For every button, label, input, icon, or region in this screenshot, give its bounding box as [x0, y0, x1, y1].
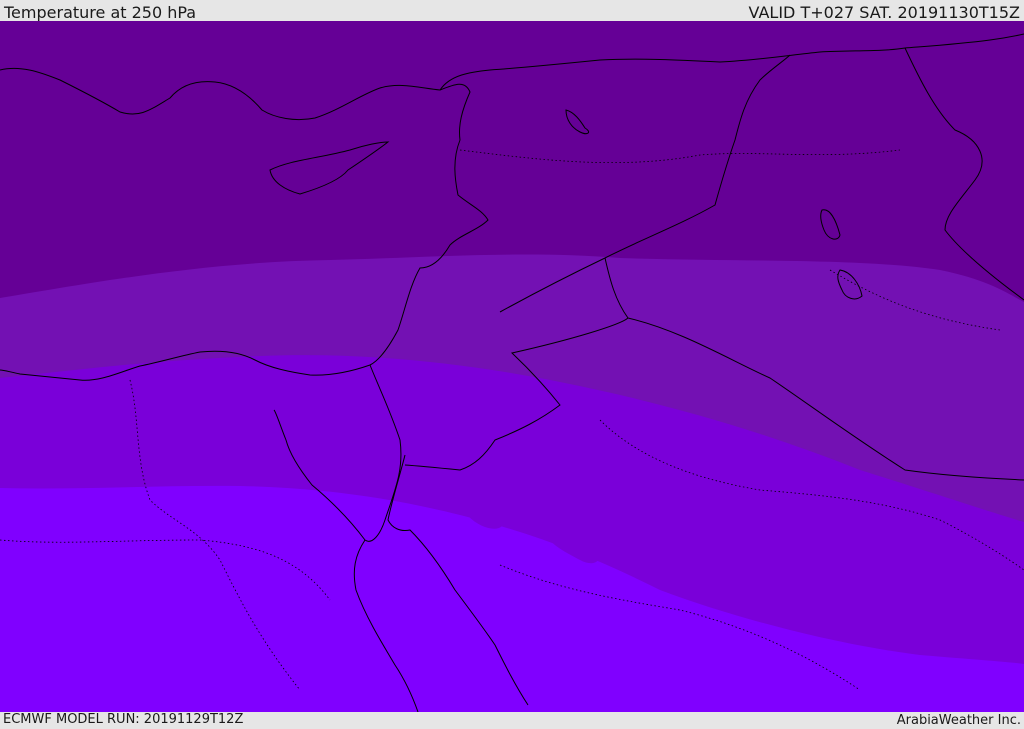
map-svg — [0, 21, 1024, 712]
map-area — [0, 21, 1024, 712]
credit-label: ArabiaWeather Inc. — [896, 713, 1021, 728]
footer-bar: ECMWF MODEL RUN: 20191129T12Z ArabiaWeat… — [0, 712, 1024, 729]
valid-time: VALID T+027 SAT. 20191130T15Z — [748, 3, 1020, 22]
model-run-label: ECMWF MODEL RUN: 20191129T12Z — [3, 712, 244, 727]
header-bar: Temperature at 250 hPa VALID T+027 SAT. … — [0, 0, 1024, 22]
map-title: Temperature at 250 hPa — [4, 3, 197, 22]
map-figure: Temperature at 250 hPa VALID T+027 SAT. … — [0, 0, 1024, 729]
